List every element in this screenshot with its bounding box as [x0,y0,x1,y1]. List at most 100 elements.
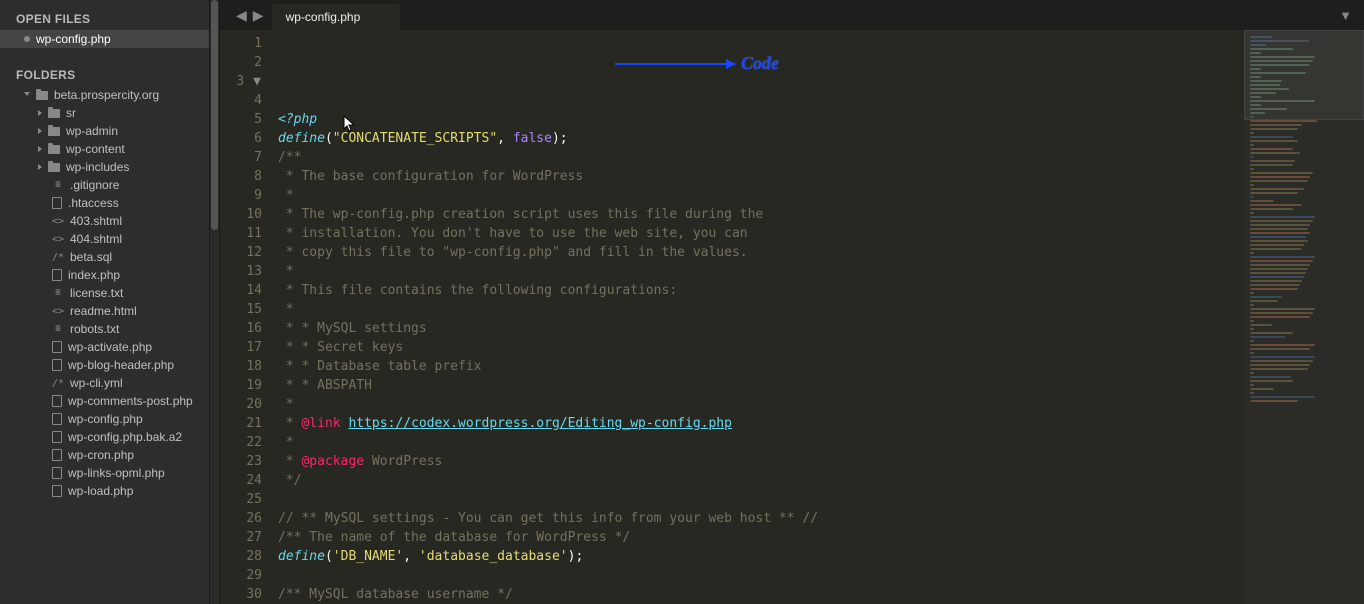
file-item[interactable]: ≡robots.txt [0,320,209,338]
code-line[interactable]: /** The name of the database for WordPre… [278,528,1244,547]
file-label: wp-blog-header.php [68,358,174,372]
folder-root[interactable]: beta.prospercity.org [0,86,209,104]
code-line[interactable] [278,566,1244,585]
scrollbar-thumb[interactable] [211,0,218,230]
file-item[interactable]: /*beta.sql [0,248,209,266]
code-line[interactable]: */ [278,471,1244,490]
line-number: 15 [220,300,262,319]
minimap-line [1250,128,1298,130]
minimap-line [1250,376,1291,378]
minimap-line [1250,228,1308,230]
folder-item[interactable]: wp-content [0,140,209,158]
code-area[interactable]: Code <?phpdefine("CONCATENATE_SCRIPTS", … [270,30,1244,604]
nav-back-icon[interactable]: ◀ [236,7,247,24]
text-icon: ≡ [52,180,64,190]
folder-item[interactable]: sr [0,104,209,122]
minimap-viewport[interactable] [1244,30,1364,120]
code-line[interactable]: // ** MySQL settings - You can get this … [278,509,1244,528]
line-number: 23 [220,452,262,471]
slash-icon: /* [52,378,64,389]
file-item[interactable]: /*wp-cli.yml [0,374,209,392]
tabs-dropdown-icon[interactable]: ▼ [1327,0,1364,30]
code-line[interactable]: * @package WordPress [278,452,1244,471]
file-item[interactable]: wp-load.php [0,482,209,500]
file-item[interactable]: <> readme.html [0,302,209,320]
file-item[interactable]: .htaccess [0,194,209,212]
code-line[interactable]: * The base configuration for WordPress [278,167,1244,186]
code-line[interactable]: * * Secret keys [278,338,1244,357]
minimap-line [1250,220,1313,222]
chevron-down-icon [24,92,30,99]
file-item[interactable]: wp-blog-header.php [0,356,209,374]
folder-root-label: beta.prospercity.org [54,88,159,102]
code-line[interactable]: * @link https://codex.wordpress.org/Edit… [278,414,1244,433]
file-item[interactable]: wp-links-opml.php [0,464,209,482]
minimap-line [1250,316,1310,318]
file-label: readme.html [70,304,137,318]
code-line[interactable]: * [278,433,1244,452]
line-number: 5 [220,110,262,129]
file-item[interactable]: <>404.shtml [0,230,209,248]
folders-heading: FOLDERS [0,62,209,86]
minimap-line [1250,260,1313,262]
minimap-line [1250,148,1293,150]
code-line[interactable]: * * MySQL settings [278,319,1244,338]
code-line[interactable]: * This file contains the following confi… [278,281,1244,300]
file-item[interactable]: wp-comments-post.php [0,392,209,410]
code-line[interactable]: * copy this file to "wp-config.php" and … [278,243,1244,262]
code-line[interactable]: * installation. You don't have to use th… [278,224,1244,243]
open-file-item[interactable]: wp-config.php [0,30,209,48]
file-item[interactable]: wp-cron.php [0,446,209,464]
line-number: 20 [220,395,262,414]
folder-item[interactable]: wp-admin [0,122,209,140]
file-item[interactable]: ≡license.txt [0,284,209,302]
code-line[interactable]: * [278,395,1244,414]
minimap-line [1250,212,1254,214]
minimap-line [1250,296,1282,298]
code-line[interactable]: * [278,186,1244,205]
code-line[interactable]: define("CONCATENATE_SCRIPTS", false); [278,129,1244,148]
minimap[interactable] [1244,30,1364,604]
tab-wp-config[interactable]: wp-config.php [272,4,401,30]
code-line[interactable]: * [278,262,1244,281]
file-item[interactable]: ≡.gitignore [0,176,209,194]
minimap-line [1250,132,1254,134]
code-line[interactable] [278,490,1244,509]
line-number: 22 [220,433,262,452]
folder-icon [48,109,60,118]
code-line[interactable]: * * ABSPATH [278,376,1244,395]
folder-item[interactable]: wp-includes [0,158,209,176]
minimap-line [1250,184,1254,186]
minimap-line [1250,292,1254,294]
file-item[interactable]: wp-config.php.bak.a2 [0,428,209,446]
minimap-line [1250,392,1254,394]
minimap-line [1250,320,1254,322]
line-number: 13 [220,262,262,281]
code-line[interactable]: /** [278,148,1244,167]
minimap-line [1250,360,1313,362]
editor-wrap: 123 ▼45678910111213141516171819202122232… [220,30,1364,604]
file-item[interactable]: wp-config.php [0,410,209,428]
line-number: 6 [220,129,262,148]
file-label: .htaccess [68,196,119,210]
minimap-line [1250,124,1302,126]
nav-forward-icon[interactable]: ▶ [253,7,264,24]
sidebar-scrollbar[interactable] [210,0,220,604]
code-line[interactable]: * * Database table prefix [278,357,1244,376]
minimap-line [1250,268,1308,270]
file-icon [52,449,62,461]
file-icon [52,413,62,425]
code-line[interactable]: * [278,300,1244,319]
minimap-line [1250,264,1310,266]
minimap-line [1250,288,1298,290]
code-line[interactable]: * The wp-config.php creation script uses… [278,205,1244,224]
file-item[interactable]: <>403.shtml [0,212,209,230]
file-item[interactable]: wp-activate.php [0,338,209,356]
code-icon: <> [52,306,64,317]
minimap-line [1250,336,1285,338]
code-line[interactable]: <?php [278,110,1244,129]
file-item[interactable]: index.php [0,266,209,284]
code-line[interactable]: /** MySQL database username */ [278,585,1244,604]
file-label: wp-cron.php [68,448,134,462]
code-line[interactable]: define('DB_NAME', 'database_database'); [278,547,1244,566]
